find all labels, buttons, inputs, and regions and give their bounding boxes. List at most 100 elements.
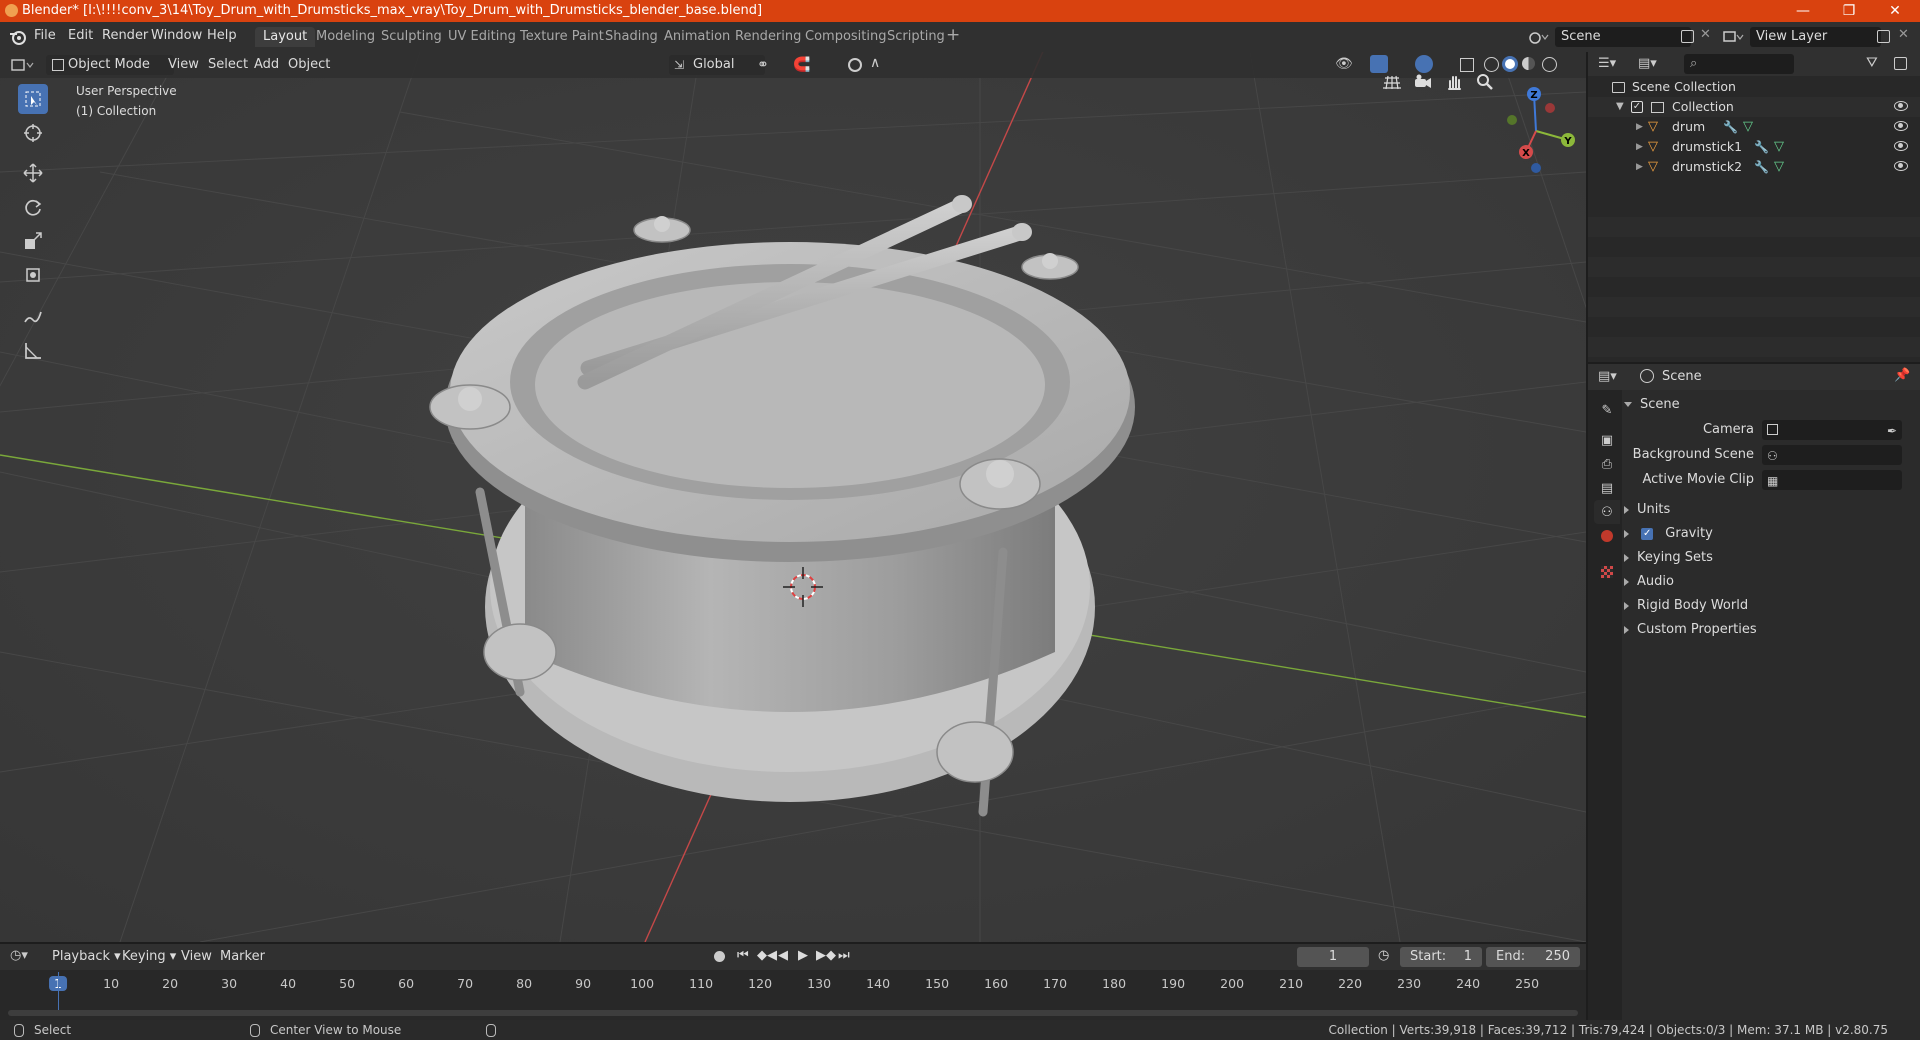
annotate-tool[interactable] bbox=[18, 302, 48, 332]
menu-render[interactable]: Render bbox=[102, 28, 148, 43]
neg-x-gizmo-icon[interactable] bbox=[1545, 103, 1555, 113]
rotate-tool[interactable] bbox=[18, 192, 48, 222]
menu-help[interactable]: Help bbox=[207, 28, 237, 43]
remove-view-layer-icon[interactable]: ✕ bbox=[1898, 27, 1909, 42]
blender-menu-icon[interactable] bbox=[9, 29, 27, 45]
menu-view[interactable]: View bbox=[168, 57, 199, 72]
scene-name-field[interactable]: Scene bbox=[1555, 27, 1691, 47]
drumstick1-visibility-eye-icon[interactable] bbox=[1894, 141, 1908, 151]
maximize-button[interactable]: ❐ bbox=[1826, 0, 1872, 22]
tab-scene[interactable]: ⚇ bbox=[1594, 500, 1620, 524]
rendered-shading-icon[interactable] bbox=[1542, 57, 1557, 72]
toggle-grid-view-icon[interactable] bbox=[1379, 69, 1405, 95]
tab-view-layer[interactable]: ▤ bbox=[1594, 476, 1620, 500]
3d-viewport[interactable]: Object Mode View Select Add Object Globa… bbox=[0, 52, 1586, 942]
tab-tool[interactable]: ✎ bbox=[1594, 398, 1620, 422]
menu-select[interactable]: Select bbox=[208, 57, 248, 72]
tab-texture[interactable] bbox=[1594, 560, 1620, 584]
add-workspace-button[interactable]: + bbox=[946, 25, 960, 45]
menu-file[interactable]: File bbox=[34, 28, 56, 43]
tab-scripting[interactable]: Scripting bbox=[879, 27, 953, 47]
minimize-button[interactable]: — bbox=[1780, 0, 1826, 22]
outliner-search-input[interactable]: ⌕ bbox=[1684, 54, 1794, 74]
proportional-editing-icon[interactable] bbox=[848, 58, 862, 72]
collection-checkbox[interactable]: ✓ bbox=[1631, 101, 1643, 113]
outliner-row-drumstick2[interactable]: ▶ ▽ drumstick2 🔧 ▽ bbox=[1588, 157, 1920, 177]
solid-shading-icon[interactable] bbox=[1502, 56, 1518, 72]
playhead-line[interactable] bbox=[58, 972, 59, 1014]
properties-editor-type-icon[interactable]: ▤▾ bbox=[1598, 369, 1617, 384]
snap-icon[interactable]: 🧲 bbox=[793, 57, 810, 73]
rigid-body-world-panel-header[interactable]: Rigid Body World bbox=[1624, 595, 1914, 617]
tab-animation[interactable]: Animation bbox=[656, 27, 738, 47]
outliner-row-scene-collection[interactable]: Scene Collection bbox=[1588, 77, 1920, 97]
view-layer-field[interactable]: View Layer bbox=[1750, 27, 1881, 47]
xray-toggle-icon[interactable] bbox=[1460, 58, 1474, 72]
scene-panel-header[interactable]: Scene bbox=[1624, 394, 1914, 416]
cursor-tool[interactable] bbox=[18, 118, 48, 148]
remove-scene-icon[interactable]: ✕ bbox=[1700, 27, 1711, 42]
object-mode-dropdown[interactable]: Object Mode bbox=[46, 55, 174, 75]
material-shading-icon[interactable] bbox=[1522, 57, 1535, 70]
navigation-gizmo[interactable]: Z Y X bbox=[1496, 86, 1576, 176]
menu-window[interactable]: Window bbox=[151, 28, 202, 43]
camera-field[interactable]: ✒ bbox=[1762, 420, 1902, 440]
outliner-row-collection[interactable]: ▼ ✓ Collection bbox=[1588, 97, 1920, 117]
tab-render[interactable]: ▣ bbox=[1594, 428, 1620, 452]
menu-add[interactable]: Add bbox=[254, 57, 279, 72]
background-scene-field[interactable]: ⚇ bbox=[1762, 445, 1902, 465]
new-collection-icon[interactable] bbox=[1894, 57, 1907, 70]
active-movie-clip-field[interactable]: ▦ bbox=[1762, 470, 1902, 490]
visibility-icon[interactable]: 👁 bbox=[1335, 56, 1353, 72]
scale-tool[interactable] bbox=[18, 226, 48, 256]
pin-icon[interactable]: 📌 bbox=[1894, 368, 1910, 383]
drumstick2-visibility-eye-icon[interactable] bbox=[1894, 161, 1908, 171]
expand-collection-icon[interactable]: ▼ bbox=[1616, 97, 1624, 117]
drum-visibility-eye-icon[interactable] bbox=[1894, 121, 1908, 131]
audio-panel-header[interactable]: Audio bbox=[1624, 571, 1914, 593]
expand-drum-icon[interactable]: ▶ bbox=[1636, 117, 1643, 137]
custom-properties-panel-header[interactable]: Custom Properties bbox=[1624, 619, 1914, 641]
tab-output[interactable]: ⎙ bbox=[1594, 452, 1620, 476]
menu-object[interactable]: Object bbox=[288, 57, 330, 72]
neg-z-gizmo-icon[interactable] bbox=[1531, 163, 1541, 173]
zoom-view-icon[interactable] bbox=[1472, 69, 1498, 95]
menu-edit[interactable]: Edit bbox=[68, 28, 93, 43]
collection-visibility-eye-icon[interactable] bbox=[1894, 101, 1908, 111]
outliner-editor-type-icon[interactable]: ☰▾ bbox=[1598, 56, 1616, 71]
new-scene-icon[interactable] bbox=[1681, 30, 1694, 43]
select-box-tool[interactable] bbox=[18, 84, 48, 114]
keying-sets-panel-header[interactable]: Keying Sets bbox=[1624, 547, 1914, 569]
outliner-row-drumstick1[interactable]: ▶ ▽ drumstick1 🔧 ▽ bbox=[1588, 137, 1920, 157]
tab-world[interactable] bbox=[1594, 524, 1620, 548]
new-view-layer-icon[interactable] bbox=[1877, 30, 1890, 43]
neg-y-gizmo-icon[interactable] bbox=[1507, 115, 1517, 125]
tab-sculpting[interactable]: Sculpting bbox=[373, 27, 450, 47]
gravity-checkbox[interactable]: ✓ bbox=[1641, 527, 1654, 540]
editor-type-icon[interactable] bbox=[10, 57, 36, 73]
tab-layout[interactable]: Layout bbox=[255, 27, 316, 47]
eyedropper-icon[interactable]: ✒ bbox=[1887, 420, 1897, 442]
scene-selector-icon[interactable] bbox=[1527, 29, 1549, 45]
pivot-point-icon[interactable]: ⚭ bbox=[757, 57, 769, 73]
viewport-scene[interactable] bbox=[0, 52, 1586, 942]
view-layer-selector-icon[interactable] bbox=[1722, 29, 1744, 45]
camera-view-icon[interactable] bbox=[1410, 69, 1436, 95]
expand-drumstick2-icon[interactable]: ▶ bbox=[1636, 157, 1643, 177]
display-mode-icon[interactable]: ▤▾ bbox=[1638, 56, 1657, 71]
tab-modeling[interactable]: Modeling bbox=[308, 27, 383, 47]
transform-tool[interactable] bbox=[18, 260, 48, 290]
move-tool[interactable] bbox=[18, 158, 48, 188]
expand-drumstick1-icon[interactable]: ▶ bbox=[1636, 137, 1643, 157]
frame-ruler[interactable]: 1102030405060708090100110120130140150160… bbox=[0, 944, 1586, 1020]
filter-icon[interactable]: ⛛ bbox=[1866, 55, 1878, 71]
frame-tick-label: 10 bbox=[103, 976, 120, 991]
outliner-row-drum[interactable]: ▶ ▽ drum 🔧 ▽ bbox=[1588, 117, 1920, 137]
gravity-panel-header[interactable]: ✓ Gravity bbox=[1624, 523, 1914, 545]
measure-tool[interactable] bbox=[18, 336, 48, 366]
timeline-scrollbar[interactable] bbox=[8, 1010, 1578, 1016]
units-panel-header[interactable]: Units bbox=[1624, 499, 1914, 521]
pan-view-icon[interactable] bbox=[1441, 69, 1467, 95]
close-button[interactable]: ✕ bbox=[1872, 0, 1918, 22]
falloff-icon[interactable]: ∧ bbox=[870, 55, 880, 71]
